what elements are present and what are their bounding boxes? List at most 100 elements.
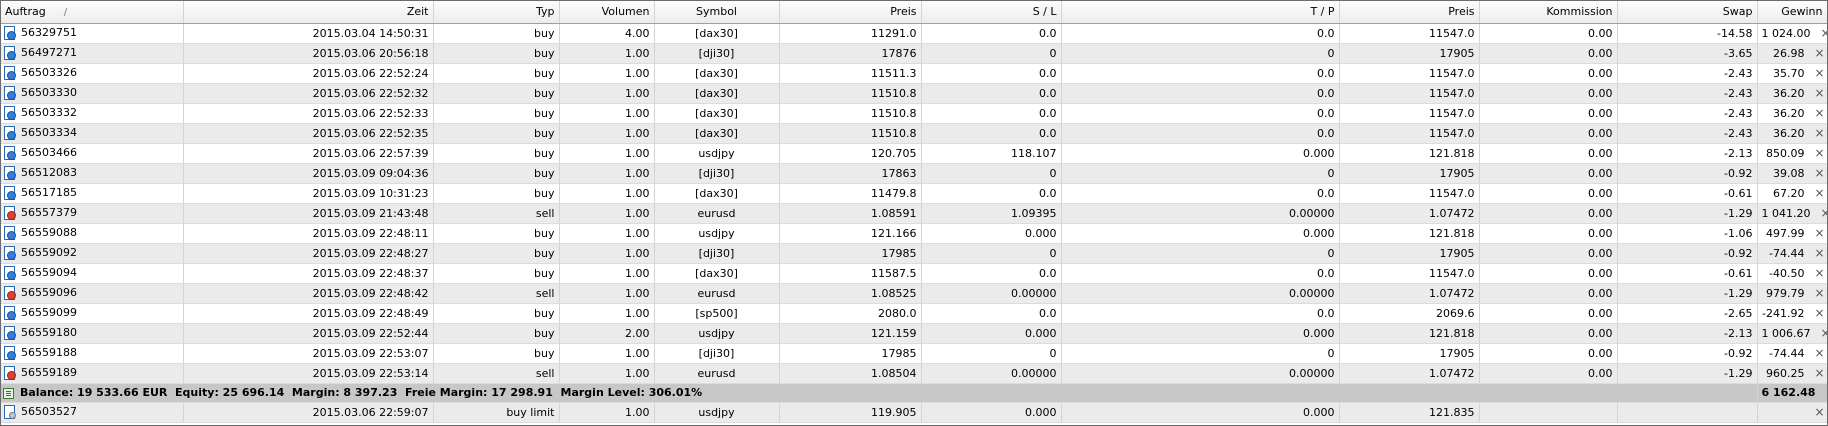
- column-header-order[interactable]: Auftrag /: [1, 1, 184, 24]
- column-header-type[interactable]: Typ: [433, 1, 560, 24]
- cell-symbol: [dax30]: [654, 63, 780, 84]
- cell-price-current: 11547.0: [1339, 63, 1480, 84]
- table-row[interactable]: 56559099 2015.03.09 22:48:49 buy 1.00 [sp500…: [1, 303, 1827, 324]
- cell-swap: -1.29: [1617, 363, 1758, 384]
- table-row[interactable]: 56559094 2015.03.09 22:48:37 buy 1.00 [dax30…: [1, 263, 1827, 284]
- cell-profit: 960.25 ×: [1757, 363, 1827, 384]
- cell-tp: 0.00000: [1061, 363, 1340, 384]
- table-row[interactable]: 56503466 2015.03.06 22:57:39 buy 1.00 usdjpy…: [1, 143, 1827, 164]
- close-icon[interactable]: ×: [1820, 26, 1826, 40]
- cell-swap: -2.43: [1617, 83, 1758, 104]
- table-row[interactable]: 56559092 2015.03.09 22:48:27 buy 1.00 [dji30…: [1, 243, 1827, 264]
- table-row[interactable]: 56512083 2015.03.09 09:04:36 buy 1.00 [dji30…: [1, 163, 1827, 184]
- cell-type: buy: [433, 183, 560, 204]
- column-header-price-current[interactable]: Preis: [1339, 1, 1480, 24]
- cell-symbol: [dji30]: [654, 163, 780, 184]
- close-icon[interactable]: ×: [1820, 206, 1826, 220]
- cell-time: 2015.03.06 22:52:24: [183, 63, 434, 84]
- table-row[interactable]: 56503334 2015.03.06 22:52:35 buy 1.00 [dax30…: [1, 123, 1827, 144]
- close-icon[interactable]: ×: [1815, 286, 1825, 300]
- cell-sl: 0: [921, 343, 1062, 364]
- cell-price-current: 11547.0: [1339, 183, 1480, 204]
- cell-price-open: 17876: [779, 43, 922, 64]
- cell-symbol: [dax30]: [654, 123, 780, 144]
- order-id: 56517185: [21, 186, 77, 199]
- cell-type: buy: [433, 163, 560, 184]
- cell-price-open: 119.905: [779, 402, 922, 423]
- column-header-price-open[interactable]: Preis: [779, 1, 922, 24]
- cell-price-open: 11510.8: [779, 123, 922, 144]
- table-row[interactable]: 56559088 2015.03.09 22:48:11 buy 1.00 usdjpy…: [1, 223, 1827, 244]
- close-icon[interactable]: ×: [1815, 126, 1825, 140]
- cell-profit: -74.44 ×: [1757, 343, 1827, 364]
- close-icon[interactable]: ×: [1815, 266, 1825, 280]
- table-row[interactable]: 56557379 2015.03.09 21:43:48 sell 1.00 eurus…: [1, 203, 1827, 224]
- cell-price-open: 17863: [779, 163, 922, 184]
- column-header-time[interactable]: Zeit: [183, 1, 434, 24]
- cell-type: buy: [433, 143, 560, 164]
- cell-tp: 0.0: [1061, 183, 1340, 204]
- cell-price-current: 1.07472: [1339, 203, 1480, 224]
- cell-sl: 0: [921, 43, 1062, 64]
- close-icon[interactable]: ×: [1815, 66, 1825, 80]
- close-icon[interactable]: ×: [1815, 226, 1825, 240]
- cell-type: buy: [433, 83, 560, 104]
- column-header-swap[interactable]: Swap: [1617, 1, 1758, 24]
- table-row[interactable]: 56503332 2015.03.06 22:52:33 buy 1.00 [dax30…: [1, 103, 1827, 124]
- table-row[interactable]: 56503330 2015.03.06 22:52:32 buy 1.00 [dax30…: [1, 83, 1827, 104]
- cell-order: 56517185: [1, 183, 184, 204]
- cell-sl: 0.0: [921, 303, 1062, 324]
- close-icon[interactable]: ×: [1815, 86, 1825, 100]
- close-icon[interactable]: ×: [1815, 246, 1825, 260]
- cell-order: 56503334: [1, 123, 184, 144]
- cell-symbol: usdjpy: [654, 143, 780, 164]
- close-icon[interactable]: ×: [1815, 146, 1825, 160]
- order-id: 56559189: [21, 366, 77, 379]
- close-icon[interactable]: ×: [1815, 405, 1825, 419]
- cell-order: 56559092: [1, 243, 184, 264]
- cell-order: 56559096: [1, 283, 184, 304]
- cell-commission: 0.00: [1479, 343, 1618, 364]
- close-icon[interactable]: ×: [1815, 166, 1825, 180]
- profit-value: 39.08: [1773, 167, 1805, 180]
- cell-tp: 0.00000: [1061, 283, 1340, 304]
- cell-volume: 1.00: [559, 363, 655, 384]
- cell-price-open: 11510.8: [779, 83, 922, 104]
- table-row[interactable]: 56559189 2015.03.09 22:53:14 sell 1.00 eurus…: [1, 363, 1827, 384]
- column-header-tp[interactable]: T / P: [1061, 1, 1340, 24]
- close-icon[interactable]: ×: [1815, 346, 1825, 360]
- cell-price-current: 11547.0: [1339, 83, 1480, 104]
- column-header-symbol[interactable]: Symbol: [654, 1, 780, 24]
- column-header-volume[interactable]: Volumen: [559, 1, 655, 24]
- buy-order-icon: [3, 46, 16, 60]
- order-id: 56559188: [21, 346, 77, 359]
- buy-order-icon: [3, 106, 16, 120]
- table-row[interactable]: 56559180 2015.03.09 22:52:44 buy 2.00 usdjpy…: [1, 323, 1827, 344]
- close-icon[interactable]: ×: [1815, 106, 1825, 120]
- table-row[interactable]: 56517185 2015.03.09 10:31:23 buy 1.00 [dax30…: [1, 183, 1827, 204]
- close-icon[interactable]: ×: [1820, 326, 1826, 340]
- cell-type: sell: [433, 203, 560, 224]
- column-header-commission[interactable]: Kommission: [1479, 1, 1618, 24]
- pending-order-row[interactable]: 56503527 2015.03.06 22:59:07 buy limit 1.00…: [1, 402, 1827, 423]
- order-id: 56503466: [21, 146, 77, 159]
- order-id: 56329751: [21, 26, 77, 39]
- cell-profit: 36.20 ×: [1757, 123, 1827, 144]
- cell-order: 56512083: [1, 163, 184, 184]
- cell-sl: 1.09395: [921, 203, 1062, 224]
- close-icon[interactable]: ×: [1815, 366, 1825, 380]
- table-row[interactable]: 56503326 2015.03.06 22:52:24 buy 1.00 [dax30…: [1, 63, 1827, 84]
- table-row[interactable]: 56329751 2015.03.04 14:50:31 buy 4.00 [dax30…: [1, 23, 1827, 44]
- column-header-sl[interactable]: S / L: [921, 1, 1062, 24]
- profit-value: 979.79: [1766, 287, 1805, 300]
- column-header-profit[interactable]: Gewinn: [1757, 1, 1827, 24]
- table-row[interactable]: 56497271 2015.03.06 20:56:18 buy 1.00 [dji30…: [1, 43, 1827, 64]
- cell-swap: -1.06: [1617, 223, 1758, 244]
- close-icon[interactable]: ×: [1815, 186, 1825, 200]
- buy-order-icon: [3, 146, 16, 160]
- table-row[interactable]: 56559096 2015.03.09 22:48:42 sell 1.00 eurus…: [1, 283, 1827, 304]
- cell-volume: 1.00: [559, 402, 655, 423]
- close-icon[interactable]: ×: [1815, 306, 1825, 320]
- table-row[interactable]: 56559188 2015.03.09 22:53:07 buy 1.00 [dji30…: [1, 343, 1827, 364]
- close-icon[interactable]: ×: [1815, 46, 1825, 60]
